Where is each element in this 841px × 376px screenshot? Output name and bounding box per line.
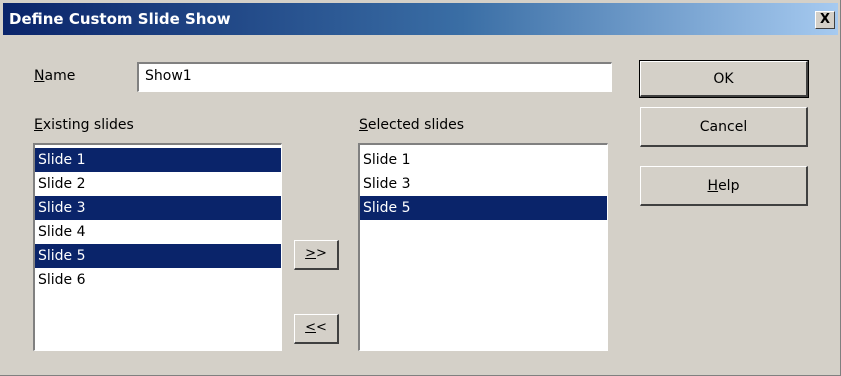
remove-slides-button-accel: < bbox=[305, 320, 316, 335]
title-bar[interactable]: Define Custom Slide Show X bbox=[3, 3, 838, 35]
dialog-title: Define Custom Slide Show bbox=[9, 10, 231, 28]
list-item[interactable]: Slide 2 bbox=[35, 172, 281, 196]
help-button-rest: elp bbox=[718, 178, 740, 194]
close-button[interactable]: X bbox=[815, 11, 835, 29]
add-slides-button-accel: > bbox=[305, 246, 316, 261]
existing-slides-label: Existing slides bbox=[34, 117, 134, 133]
help-button-accel: H bbox=[707, 178, 719, 194]
list-item[interactable]: Slide 4 bbox=[35, 220, 281, 244]
list-item[interactable]: Slide 3 bbox=[360, 172, 607, 196]
cancel-button[interactable]: Cancel bbox=[640, 107, 808, 147]
list-item[interactable]: Slide 6 bbox=[35, 268, 281, 292]
name-input[interactable]: Show1 bbox=[137, 62, 612, 92]
add-slides-button-rest: > bbox=[316, 246, 327, 261]
remove-slides-button-rest: < bbox=[316, 320, 327, 335]
existing-slides-label-rest: xisting slides bbox=[42, 117, 134, 133]
list-item[interactable]: Slide 5 bbox=[360, 196, 607, 220]
list-item[interactable]: Slide 3 bbox=[35, 196, 281, 220]
list-item[interactable]: Slide 1 bbox=[360, 148, 607, 172]
list-item[interactable]: Slide 5 bbox=[35, 244, 281, 268]
dialog-window: Define Custom Slide Show X Name Show1 OK… bbox=[0, 0, 841, 376]
name-label-accel: N bbox=[34, 68, 45, 84]
add-slides-button[interactable]: >> bbox=[294, 240, 339, 270]
selected-slides-label-rest: elected slides bbox=[367, 117, 465, 133]
selected-slides-label-accel: S bbox=[359, 117, 368, 133]
selected-slides-label: Selected slides bbox=[359, 117, 464, 133]
name-label-rest: ame bbox=[44, 68, 76, 84]
ok-button[interactable]: OK bbox=[639, 60, 809, 98]
name-label: Name bbox=[34, 68, 75, 84]
help-button[interactable]: Help bbox=[640, 166, 808, 206]
remove-slides-button[interactable]: << bbox=[294, 314, 339, 344]
existing-slides-list[interactable]: Slide 1 Slide 2 Slide 3 Slide 4 Slide 5 Slide… bbox=[33, 143, 282, 351]
existing-slides-label-accel: E bbox=[34, 117, 43, 133]
list-item[interactable]: Slide 1 bbox=[35, 148, 281, 172]
selected-slides-list[interactable]: Slide 1 Slide 3 Slide 5 bbox=[358, 143, 608, 351]
